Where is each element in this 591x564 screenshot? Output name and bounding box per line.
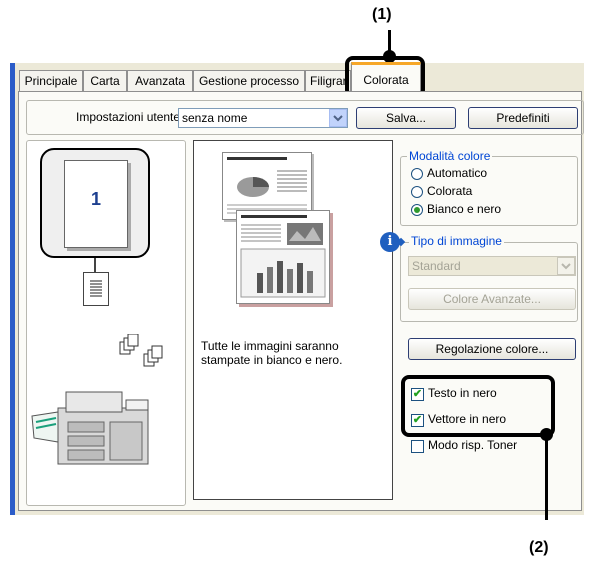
image-type-select[interactable]: Standard (408, 256, 576, 276)
checkbox-toner-save-label: Modo risp. Toner (428, 438, 518, 452)
user-settings-value: senza nome (182, 111, 248, 125)
preview-description: Tutte le immagini saranno stampate in bi… (201, 339, 343, 367)
chevron-down-icon[interactable] (557, 257, 575, 275)
defaults-button[interactable]: Predefiniti (468, 107, 578, 129)
image-type-value: Standard (412, 259, 461, 273)
advanced-color-button[interactable]: Colore Avanzate... (408, 288, 576, 310)
window-border (10, 63, 15, 515)
checkbox-toner-save[interactable] (411, 440, 424, 453)
tab-carta[interactable]: Carta (83, 70, 127, 91)
user-settings-select[interactable]: senza nome (178, 108, 348, 128)
tab-principale[interactable]: Principale (19, 70, 83, 91)
callout-2-highlight (401, 375, 555, 437)
save-button[interactable]: Salva... (356, 107, 456, 129)
color-adjust-button[interactable]: Regolazione colore... (408, 338, 576, 360)
radio-colorata-label: Colorata (427, 184, 473, 198)
page-thumbnail: 1 (64, 160, 128, 248)
radio-automatico[interactable] (411, 168, 423, 180)
document-icon (83, 272, 109, 306)
radio-colorata[interactable] (411, 186, 423, 198)
image-type-legend: Tipo di immagine (409, 234, 504, 248)
sample-page-front (236, 210, 330, 304)
printer-icon (28, 382, 158, 468)
callout-1-label: (1) (372, 6, 392, 23)
chevron-down-icon[interactable] (329, 109, 347, 127)
color-mode-legend: Modalità colore (407, 149, 493, 163)
callout-2-label: (2) (529, 539, 549, 556)
user-settings-label: Impostazioni utente: (76, 110, 184, 124)
copies-icon (118, 333, 176, 370)
radio-automatico-label: Automatico (427, 166, 488, 180)
callout-2-line (545, 438, 548, 520)
tab-gestione-processo[interactable]: Gestione processo (193, 70, 305, 91)
radio-bianco-e-nero-label: Bianco e nero (427, 202, 502, 216)
tab-avanzata[interactable]: Avanzata (127, 70, 193, 91)
image-type-group (400, 242, 578, 322)
page-thumbnail-frame: 1 (40, 148, 150, 258)
page-number: 1 (90, 189, 101, 209)
radio-bianco-e-nero[interactable] (411, 204, 423, 216)
